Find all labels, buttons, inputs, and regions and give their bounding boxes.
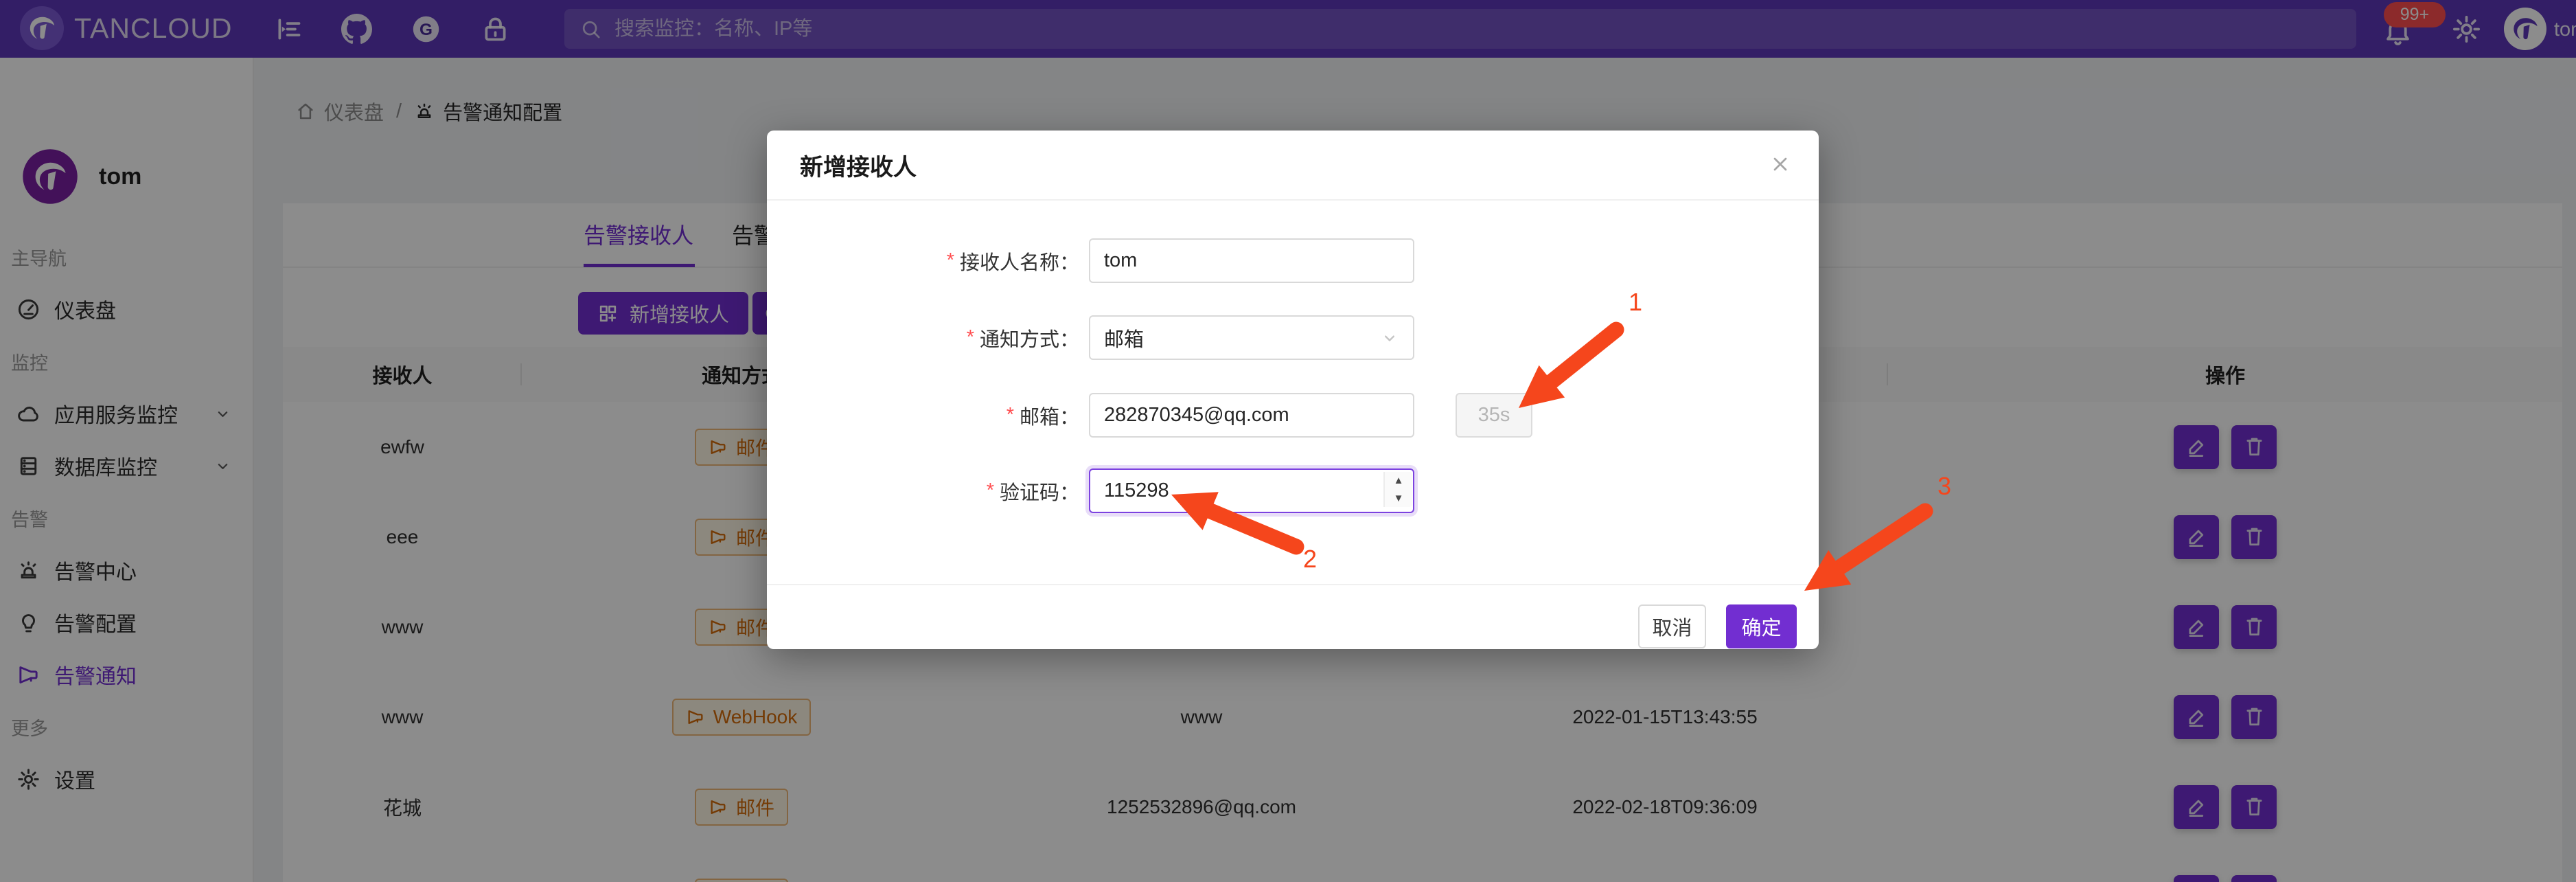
close-icon[interactable]: [1765, 150, 1795, 180]
modal-header: 新增接收人: [767, 131, 1819, 201]
confirm-button[interactable]: 确定: [1726, 604, 1797, 648]
name-input[interactable]: tom: [1089, 238, 1414, 283]
field-value: tom: [1104, 249, 1137, 272]
field-value: 282870345@qq.com: [1104, 404, 1289, 427]
form-row-code-input: * 验证码： 115298 ▲▼: [767, 468, 1819, 513]
field-label-text: 邮箱：: [1020, 401, 1079, 430]
chevron-down-icon: [1380, 328, 1399, 348]
required-mark: *: [1007, 404, 1014, 427]
cancel-button[interactable]: 取消: [1638, 604, 1706, 648]
field-label: * 验证码：: [767, 468, 1079, 513]
app: TANCLOUD G 99+ tom tom 主导航仪表盘监控应用服务监控数据库…: [0, 0, 2576, 882]
add-recipient-modal: 新增接收人 * 接收人名称： tom * 通知方式： 邮箱 * 邮箱： 282870345@qq…: [767, 131, 1819, 649]
field-label-text: 验证码：: [1000, 477, 1079, 506]
send-code-button[interactable]: 35s: [1456, 393, 1532, 438]
spinner-down-icon[interactable]: ▼: [1385, 490, 1412, 508]
required-mark: *: [987, 479, 994, 502]
modal-title: 新增接收人: [800, 131, 917, 199]
code-input[interactable]: 115298: [1089, 468, 1414, 513]
modal-footer: 取消 确定: [767, 584, 1819, 651]
field-label: * 邮箱：: [767, 393, 1079, 438]
field-label-text: 接收人名称：: [960, 247, 1079, 275]
email-input[interactable]: 282870345@qq.com: [1089, 393, 1414, 438]
field-value: 邮箱: [1104, 324, 1144, 352]
spinner-up-icon[interactable]: ▲: [1385, 472, 1412, 490]
method-select[interactable]: 邮箱: [1089, 315, 1414, 360]
form-row-method-select: * 通知方式： 邮箱: [767, 315, 1819, 360]
form-row-name-input: * 接收人名称： tom: [767, 238, 1819, 283]
form-row-email-input: * 邮箱： 282870345@qq.com 35s: [767, 393, 1819, 438]
field-label: * 通知方式：: [767, 315, 1079, 360]
field-label: * 接收人名称：: [767, 238, 1079, 283]
number-spinner[interactable]: ▲▼: [1383, 472, 1412, 507]
required-mark: *: [967, 326, 974, 349]
field-value: 115298: [1104, 479, 1169, 502]
field-label-text: 通知方式：: [980, 324, 1079, 352]
required-mark: *: [947, 249, 954, 272]
